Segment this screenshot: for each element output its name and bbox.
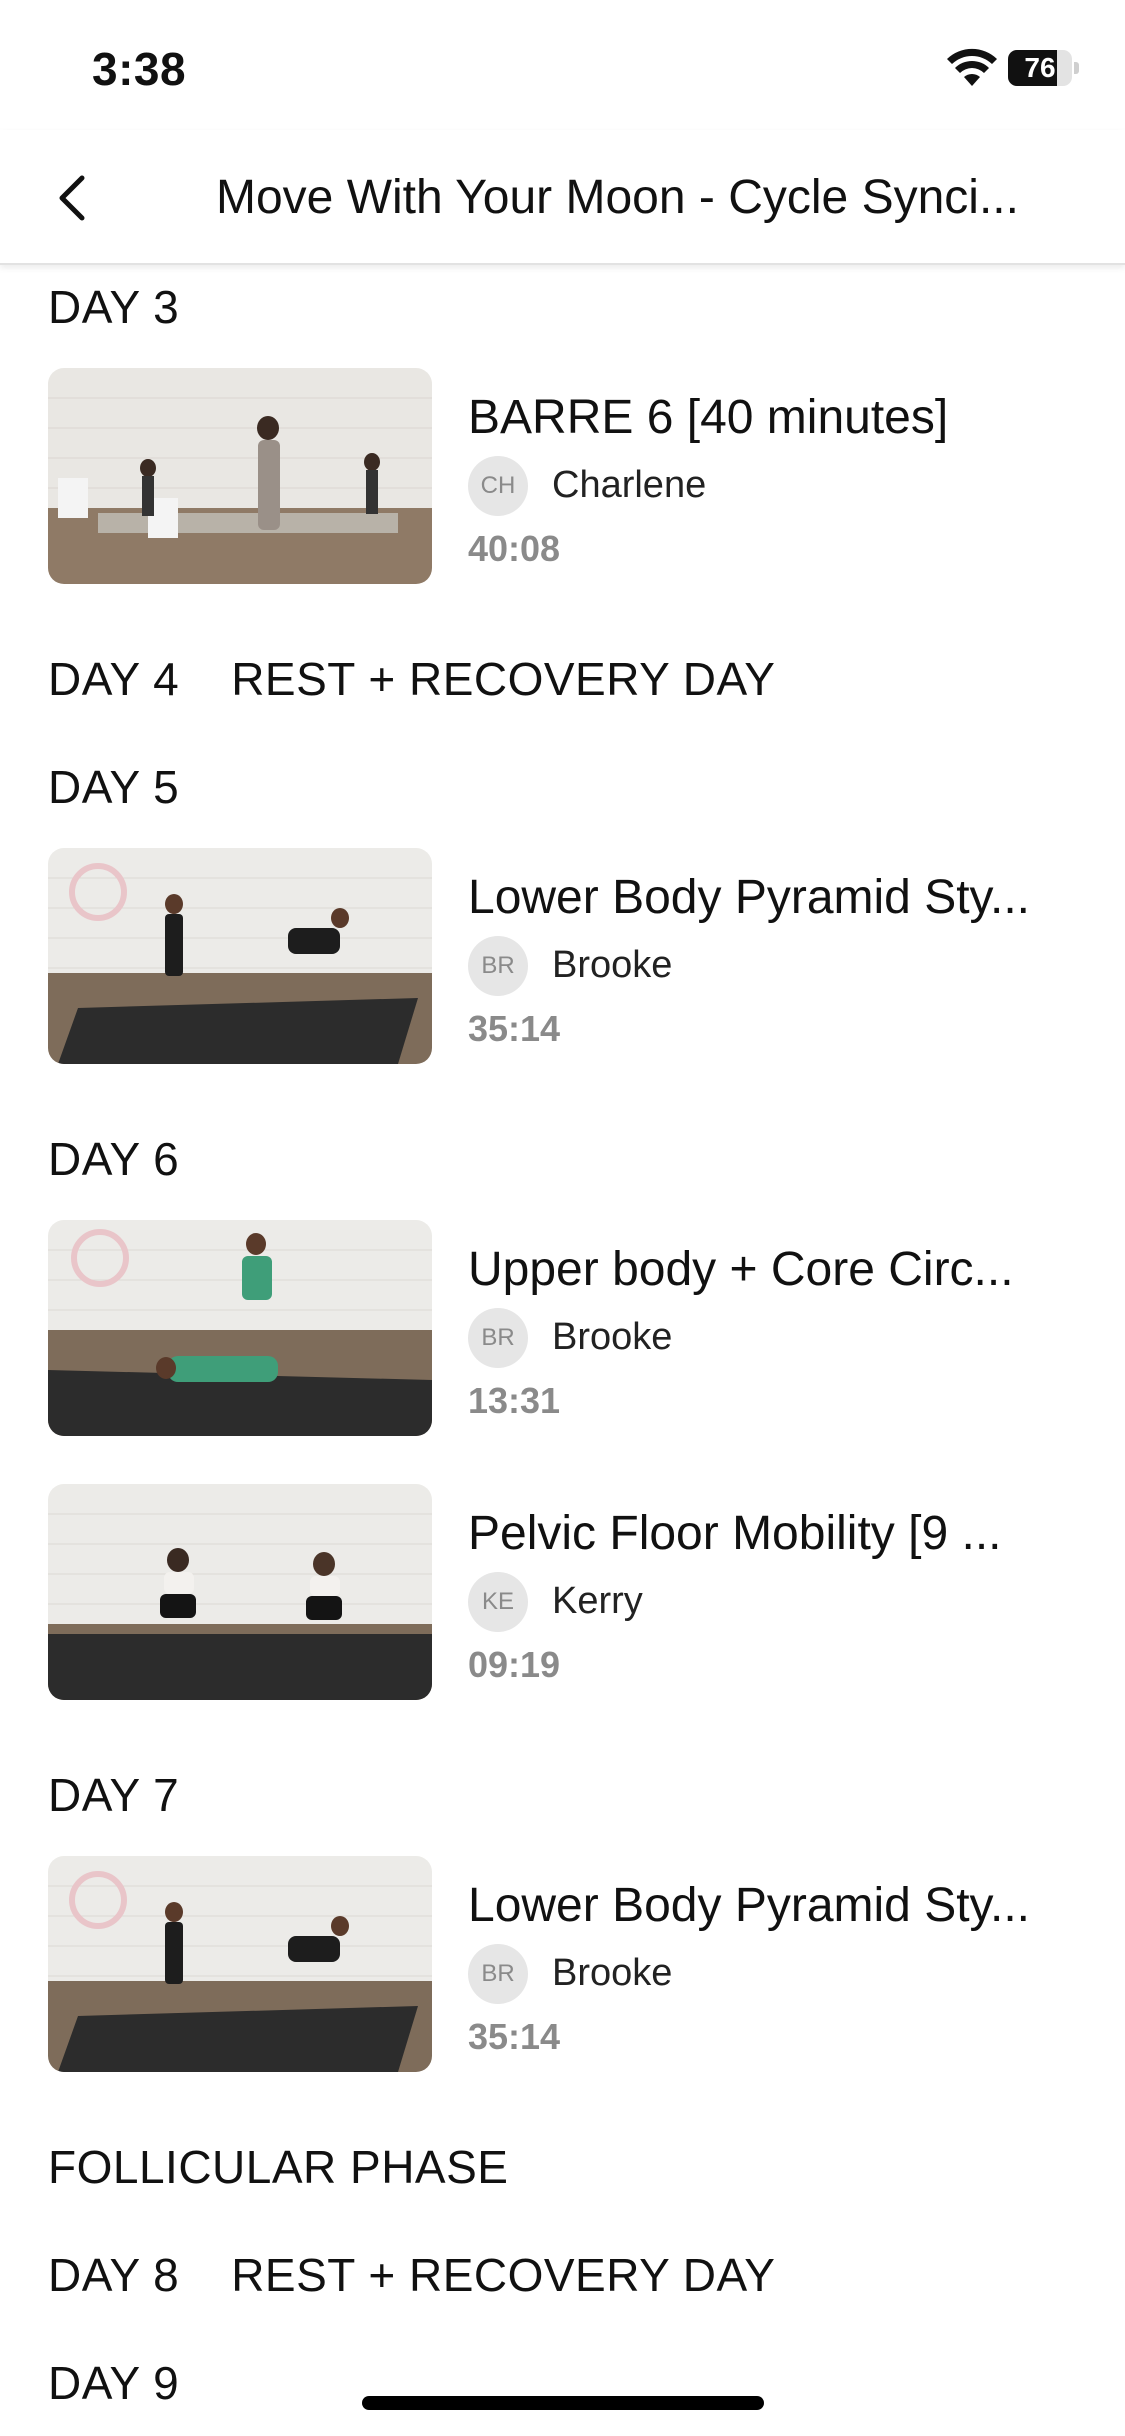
video-thumbnail[interactable] bbox=[48, 1484, 432, 1700]
day-header: DAY 3 bbox=[48, 281, 180, 333]
video-item[interactable]: Lower Body Pyramid Sty... BR Brooke 35:1… bbox=[48, 848, 1088, 1064]
instructor-name: Brooke bbox=[552, 1316, 673, 1358]
page-title: Move With Your Moon - Cycle Synci... bbox=[216, 171, 1019, 224]
day-header: DAY 7 bbox=[48, 1769, 180, 1821]
rest-day-note: REST + RECOVERY DAY bbox=[231, 2249, 776, 2301]
instructor-avatar: BR bbox=[468, 1308, 528, 1368]
day-header: DAY 6 bbox=[48, 1133, 180, 1185]
battery-level: 76 bbox=[1024, 52, 1056, 83]
status-time: 3:38 bbox=[92, 43, 187, 95]
navigation-bar: Move With Your Moon - Cycle Synci... bbox=[0, 130, 1125, 265]
video-title[interactable]: Lower Body Pyramid Sty... bbox=[468, 870, 1068, 925]
day-header: DAY 8 REST + RECOVERY DAY bbox=[48, 2249, 776, 2301]
video-duration: 13:31 bbox=[468, 1380, 561, 1421]
instructor-name: Charlene bbox=[552, 464, 707, 506]
day-header: DAY 9 bbox=[48, 2357, 180, 2409]
instructor-avatar: BR bbox=[468, 1944, 528, 2004]
instructor-name: Kerry bbox=[552, 1580, 643, 1622]
video-item[interactable]: Lower Body Pyramid Sty... BR Brooke 35:1… bbox=[48, 1856, 1088, 2072]
video-duration: 09:19 bbox=[468, 1644, 561, 1685]
video-item[interactable]: BARRE 6 [40 minutes] CH Charlene 40:08 bbox=[48, 368, 1088, 584]
battery-icon: 76 bbox=[1008, 50, 1079, 86]
video-duration: 35:14 bbox=[468, 1008, 561, 1049]
video-item[interactable]: Upper body + Core Circ... BR Brooke 13:3… bbox=[48, 1220, 1088, 1436]
video-thumbnail[interactable] bbox=[48, 368, 432, 584]
video-thumbnail[interactable] bbox=[48, 848, 432, 1064]
video-title[interactable]: Pelvic Floor Mobility [9 ... bbox=[468, 1506, 1068, 1561]
video-title[interactable]: BARRE 6 [40 minutes] bbox=[468, 390, 1068, 445]
home-indicator bbox=[362, 2396, 764, 2410]
phase-header: FOLLICULAR PHASE bbox=[48, 2141, 509, 2193]
instructor-name: Brooke bbox=[552, 1952, 673, 1994]
instructor-avatar: CH bbox=[468, 456, 528, 516]
instructor-avatar: BR bbox=[468, 936, 528, 996]
instructor-avatar: KE bbox=[468, 1572, 528, 1632]
back-chevron-icon[interactable] bbox=[44, 168, 100, 228]
video-title[interactable]: Lower Body Pyramid Sty... bbox=[468, 1878, 1068, 1933]
status-bar: 3:38 76 bbox=[0, 0, 1125, 130]
video-title[interactable]: Upper body + Core Circ... bbox=[468, 1242, 1068, 1297]
video-thumbnail[interactable] bbox=[48, 1856, 432, 2072]
rest-day-note: REST + RECOVERY DAY bbox=[231, 653, 776, 705]
day-header: DAY 5 bbox=[48, 761, 180, 813]
video-thumbnail[interactable] bbox=[48, 1220, 432, 1436]
video-item[interactable]: Pelvic Floor Mobility [9 ... KE Kerry 09… bbox=[48, 1484, 1088, 1700]
day-header: DAY 4 REST + RECOVERY DAY bbox=[48, 653, 776, 705]
video-duration: 40:08 bbox=[468, 528, 561, 569]
instructor-name: Brooke bbox=[552, 944, 673, 986]
wifi-icon bbox=[947, 48, 997, 86]
video-duration: 35:14 bbox=[468, 2016, 561, 2057]
